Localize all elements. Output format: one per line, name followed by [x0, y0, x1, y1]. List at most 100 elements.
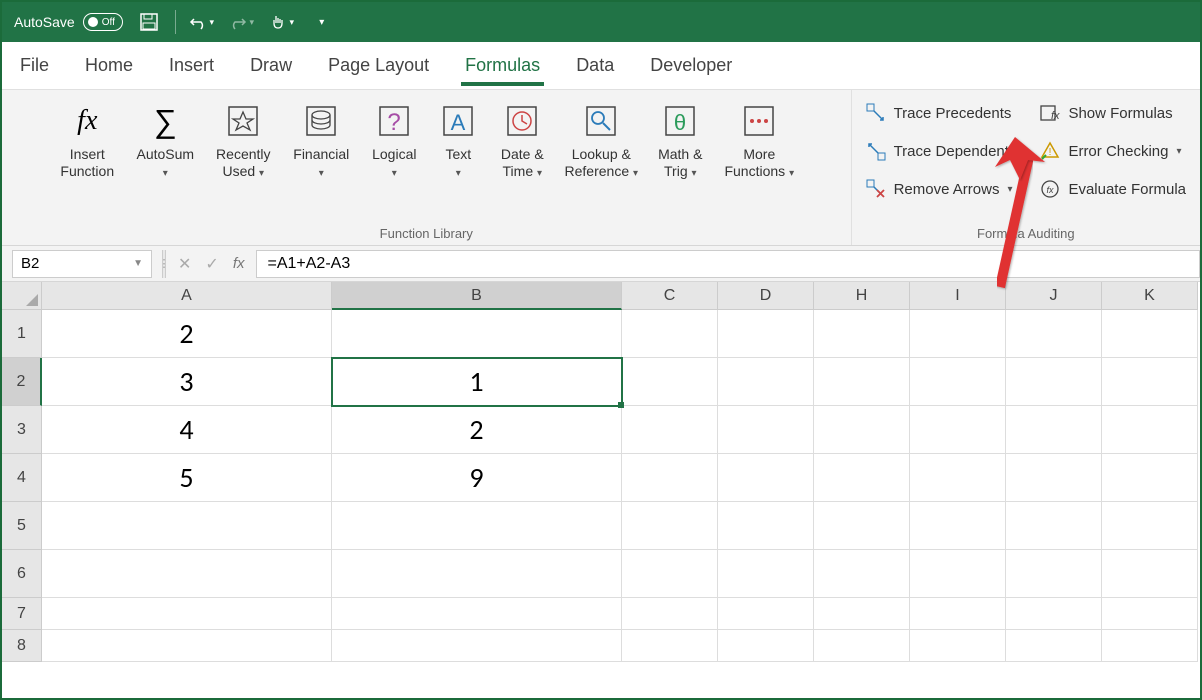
cell-A4[interactable]: 5 [42, 454, 332, 502]
cell-B1[interactable] [332, 310, 622, 358]
cell-H4[interactable] [814, 454, 910, 502]
cell-K8[interactable] [1102, 630, 1198, 662]
tab-draw[interactable]: Draw [246, 45, 296, 86]
cell-I4[interactable] [910, 454, 1006, 502]
cell-A1[interactable]: 2 [42, 310, 332, 358]
cell-J2[interactable] [1006, 358, 1102, 406]
evaluate-formula-button[interactable]: fx Evaluate Formula [1040, 174, 1186, 204]
cell-H5[interactable] [814, 502, 910, 550]
cell-H7[interactable] [814, 598, 910, 630]
tab-home[interactable]: Home [81, 45, 137, 86]
financial-button[interactable]: Financial▾ [285, 96, 357, 224]
row-header-7[interactable]: 7 [2, 598, 42, 630]
tab-data[interactable]: Data [572, 45, 618, 86]
lookup-reference-button[interactable]: Lookup & Reference ▾ [559, 96, 643, 224]
autosum-button[interactable]: ∑ AutoSum▾ [129, 96, 201, 224]
row-header-4[interactable]: 4 [2, 454, 42, 502]
cell-I8[interactable] [910, 630, 1006, 662]
more-functions-button[interactable]: More Functions ▾ [717, 96, 801, 224]
tab-developer[interactable]: Developer [646, 45, 736, 86]
cell-A6[interactable] [42, 550, 332, 598]
row-header-2[interactable]: 2 [2, 358, 42, 406]
cell-D5[interactable] [718, 502, 814, 550]
row-header-1[interactable]: 1 [2, 310, 42, 358]
cell-B8[interactable] [332, 630, 622, 662]
cell-B3[interactable]: 2 [332, 406, 622, 454]
cell-C1[interactable] [622, 310, 718, 358]
tab-insert[interactable]: Insert [165, 45, 218, 86]
cell-I5[interactable] [910, 502, 1006, 550]
cell-K2[interactable] [1102, 358, 1198, 406]
cell-A8[interactable] [42, 630, 332, 662]
cell-J3[interactable] [1006, 406, 1102, 454]
cell-C6[interactable] [622, 550, 718, 598]
cell-B5[interactable] [332, 502, 622, 550]
cell-J8[interactable] [1006, 630, 1102, 662]
cell-C4[interactable] [622, 454, 718, 502]
date-time-button[interactable]: Date & Time ▾ [491, 96, 553, 224]
fx-icon[interactable]: fx [233, 255, 245, 272]
col-header-I[interactable]: I [910, 282, 1006, 310]
touch-mode-button[interactable]: ▾ [268, 8, 296, 36]
formula-input[interactable]: =A1+A2-A3 [256, 250, 1200, 278]
cell-A7[interactable] [42, 598, 332, 630]
name-box[interactable]: B2 ▼ [12, 250, 152, 278]
error-checking-button[interactable]: ! Error Checking ▾ [1040, 136, 1186, 166]
cell-D2[interactable] [718, 358, 814, 406]
cell-H1[interactable] [814, 310, 910, 358]
cell-J4[interactable] [1006, 454, 1102, 502]
cell-K7[interactable] [1102, 598, 1198, 630]
cell-I2[interactable] [910, 358, 1006, 406]
trace-dependents-button[interactable]: Trace Dependents [866, 136, 1017, 166]
cell-I6[interactable] [910, 550, 1006, 598]
insert-function-button[interactable]: fx Insert Function [51, 96, 123, 224]
cell-K3[interactable] [1102, 406, 1198, 454]
select-all-corner[interactable] [2, 282, 42, 310]
remove-arrows-button[interactable]: Remove Arrows ▾ [866, 174, 1017, 204]
cell-D7[interactable] [718, 598, 814, 630]
cell-K1[interactable] [1102, 310, 1198, 358]
logical-button[interactable]: ? Logical▾ [363, 96, 425, 224]
row-header-5[interactable]: 5 [2, 502, 42, 550]
cell-C5[interactable] [622, 502, 718, 550]
cell-K4[interactable] [1102, 454, 1198, 502]
row-header-8[interactable]: 8 [2, 630, 42, 662]
redo-button[interactable]: ▾ [228, 8, 256, 36]
cell-B7[interactable] [332, 598, 622, 630]
cell-H8[interactable] [814, 630, 910, 662]
save-icon[interactable] [135, 8, 163, 36]
cell-H2[interactable] [814, 358, 910, 406]
cell-J6[interactable] [1006, 550, 1102, 598]
cell-J1[interactable] [1006, 310, 1102, 358]
chevron-down-icon[interactable]: ▼ [133, 258, 143, 269]
cell-B2[interactable]: 1 [332, 358, 622, 406]
cell-D3[interactable] [718, 406, 814, 454]
toggle-switch[interactable]: Off [83, 13, 123, 31]
col-header-D[interactable]: D [718, 282, 814, 310]
cell-A3[interactable]: 4 [42, 406, 332, 454]
cell-C2[interactable] [622, 358, 718, 406]
show-formulas-button[interactable]: fx Show Formulas [1040, 98, 1186, 128]
cancel-icon[interactable]: ✕ [178, 254, 191, 274]
row-header-3[interactable]: 3 [2, 406, 42, 454]
cell-A2[interactable]: 3 [42, 358, 332, 406]
cell-I1[interactable] [910, 310, 1006, 358]
col-header-B[interactable]: B [332, 282, 622, 310]
text-button[interactable]: A Text▾ [431, 96, 485, 224]
cell-K6[interactable] [1102, 550, 1198, 598]
cell-B4[interactable]: 9 [332, 454, 622, 502]
cell-I7[interactable] [910, 598, 1006, 630]
cell-D8[interactable] [718, 630, 814, 662]
col-header-K[interactable]: K [1102, 282, 1198, 310]
math-trig-button[interactable]: θ Math & Trig ▾ [649, 96, 711, 224]
col-header-C[interactable]: C [622, 282, 718, 310]
undo-button[interactable]: ▾ [188, 8, 216, 36]
trace-precedents-button[interactable]: Trace Precedents [866, 98, 1017, 128]
cell-J5[interactable] [1006, 502, 1102, 550]
cell-D6[interactable] [718, 550, 814, 598]
cell-H6[interactable] [814, 550, 910, 598]
cell-D4[interactable] [718, 454, 814, 502]
cell-C8[interactable] [622, 630, 718, 662]
tab-page-layout[interactable]: Page Layout [324, 45, 433, 86]
col-header-H[interactable]: H [814, 282, 910, 310]
